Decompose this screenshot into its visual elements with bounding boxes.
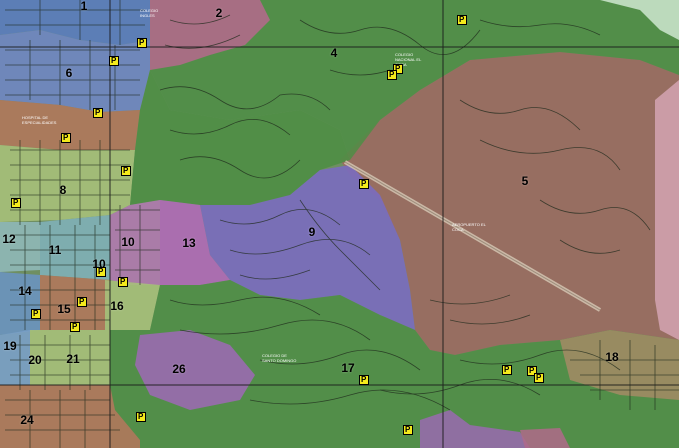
parking-marker-13[interactable] — [77, 297, 87, 307]
zone-10-area[interactable] — [110, 200, 160, 285]
map-canvas — [0, 0, 679, 448]
zone-label-6: 6 — [65, 66, 73, 80]
zone-label-11: 11 — [48, 243, 62, 257]
zone-label-21: 21 — [66, 352, 80, 366]
zone-label-4: 4 — [330, 46, 338, 60]
parking-marker-2[interactable] — [457, 15, 467, 25]
place-label-aeropuerto: AEROPUERTO EL COCA — [452, 222, 486, 232]
place-label-colegio-santo-domingo: COLEGIO DE SANTO DOMINGO — [262, 353, 297, 363]
parking-marker-8[interactable] — [121, 166, 131, 176]
zone-label-12: 12 — [2, 232, 16, 246]
parking-marker-6[interactable] — [93, 108, 103, 118]
parking-marker-12[interactable] — [118, 277, 128, 287]
zone-map[interactable]: 1 2 4 5 6 8 9 10 10 11 12 13 14 15 16 17… — [0, 0, 679, 448]
zone-label-5: 5 — [521, 174, 529, 188]
parking-marker-21[interactable] — [403, 425, 413, 435]
parking-marker-15[interactable] — [70, 322, 80, 332]
parking-marker-10[interactable] — [11, 198, 21, 208]
parking-marker-19[interactable] — [534, 373, 544, 383]
parking-marker-5[interactable] — [387, 70, 397, 80]
zone-label-1: 1 — [80, 0, 88, 13]
zone-label-16: 16 — [110, 299, 124, 313]
zone-label-13: 13 — [182, 236, 196, 250]
zone-label-15: 15 — [57, 302, 71, 316]
zone-label-10: 10 — [121, 235, 135, 249]
zone-14-area[interactable] — [0, 272, 40, 335]
parking-marker-16[interactable] — [359, 375, 369, 385]
parking-marker-7[interactable] — [61, 133, 71, 143]
place-label-hospital: HOSPITAL DE ESPECIALIDADES — [22, 115, 57, 125]
parking-marker-9[interactable] — [359, 179, 369, 189]
zone-label-9: 9 — [308, 225, 316, 239]
zone-label-8: 8 — [59, 183, 67, 197]
zone-label-20: 20 — [28, 353, 42, 367]
zone-label-26: 26 — [172, 362, 186, 376]
zone-label-17: 17 — [341, 361, 355, 375]
zone-label-2: 2 — [215, 6, 223, 20]
zone-12-area[interactable] — [0, 222, 40, 272]
parking-marker-20[interactable] — [136, 412, 146, 422]
zone-label-19: 19 — [3, 339, 17, 353]
zone-label-14: 14 — [18, 284, 32, 298]
zone-label-24: 24 — [20, 413, 34, 427]
zone-5-pink-edge — [655, 80, 679, 340]
parking-marker-11[interactable] — [96, 267, 106, 277]
parking-marker-14[interactable] — [31, 309, 41, 319]
zone-label-18: 18 — [605, 350, 619, 364]
parking-marker-3[interactable] — [109, 56, 119, 66]
place-label-colegio-ingles: COLEGIO INGLES — [140, 8, 159, 18]
parking-marker-17[interactable] — [502, 365, 512, 375]
parking-marker-1[interactable] — [137, 38, 147, 48]
